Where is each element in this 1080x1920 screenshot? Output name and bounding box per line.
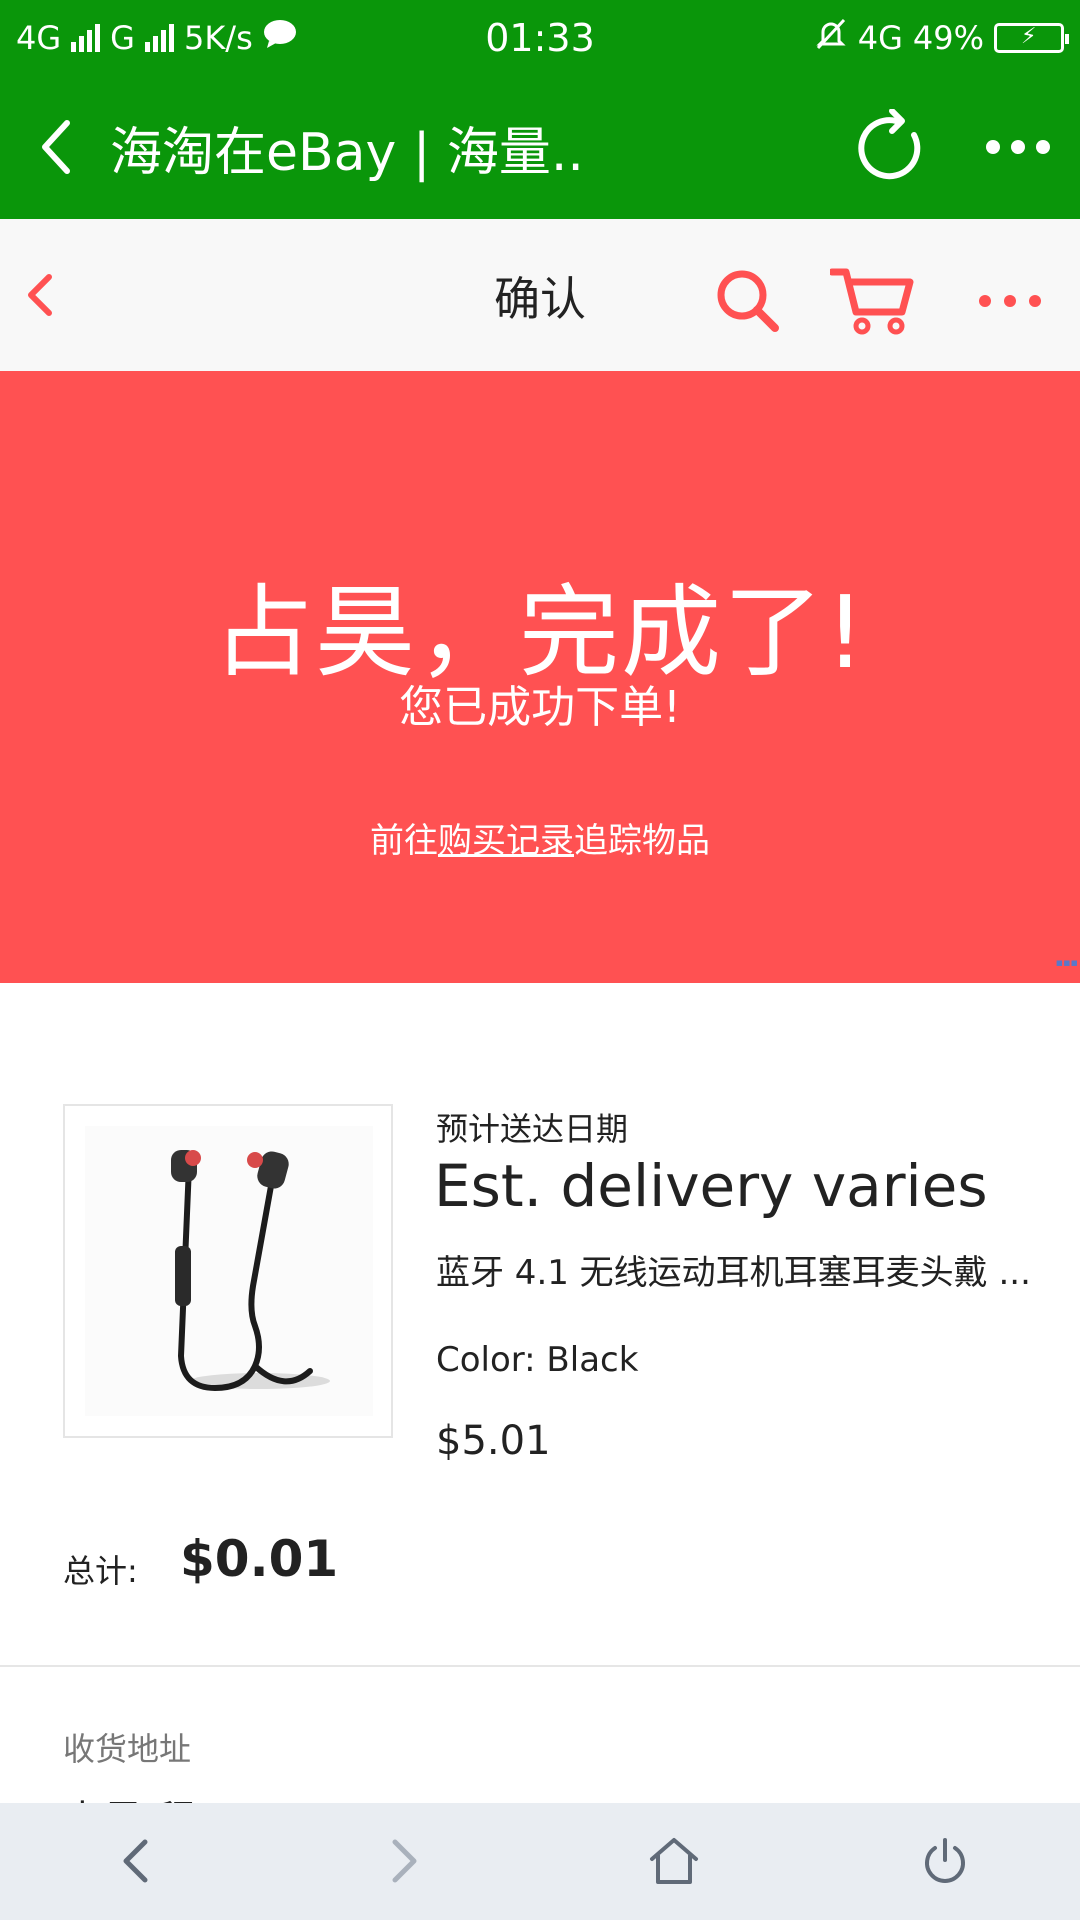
signal-icon [71,23,101,52]
confirmation-subtitle: 您已成功下单! [399,682,681,733]
app-bar: 海淘在eBay | 海量.. [0,75,1080,219]
delivery-value: Est. delivery varies [434,1152,988,1220]
nav-home-button[interactable] [629,1821,719,1901]
total-label: 总计: [63,1552,138,1590]
track-purchase-line: 前往购买记录追踪物品 [0,813,1080,862]
ebay-header: 确认 [0,219,1080,371]
corner-mark: ▪▪▪ [1055,956,1078,969]
divider [0,1665,1080,1667]
signal-icon [144,23,174,52]
track-prefix: 前往 [370,821,438,861]
refresh-button[interactable] [830,75,955,219]
mute-bell-icon [814,17,848,59]
address-name: 占昊 程 [63,1790,223,1804]
chevron-left-icon [42,120,70,174]
track-suffix: 追踪物品 [574,821,710,861]
chevron-left-icon [28,274,52,316]
network-label-2: G [110,18,135,57]
header-title: 确认 [494,272,586,326]
home-icon [650,1838,698,1884]
battery-icon: ⚡ [994,22,1069,53]
address-label: 收货地址 [63,1730,192,1768]
network-label-1: 4G [16,18,62,57]
item-thumbnail[interactable] [63,1104,393,1438]
status-bar: 4G G 5K/s 01:33 4G 49% ⚡ [0,0,1080,75]
chat-bubble-icon [263,19,297,57]
item-title[interactable]: 蓝牙 4.1 无线运动耳机耳塞耳麦头戴 ... [436,1250,1036,1296]
item-variant: Color: Black [436,1340,639,1380]
ebay-more-button[interactable] [970,259,1050,343]
address-name-peek: 占昊 程 [63,1790,223,1804]
power-icon [925,1838,965,1883]
network-label-3: 4G [857,18,903,57]
more-button[interactable] [955,75,1080,219]
chevron-left-icon [123,1839,148,1883]
nav-forward-button[interactable] [360,1821,450,1901]
purchase-history-link[interactable]: 购买记录 [438,821,574,861]
chevron-right-icon [392,1839,417,1883]
refresh-icon [857,109,920,180]
status-right: 4G 49% ⚡ [814,17,1069,59]
nav-exit-button[interactable] [900,1821,990,1901]
ebay-back-button[interactable] [10,259,70,331]
search-icon [717,270,779,332]
network-speed: 5K/s [183,18,253,57]
status-left: 4G G 5K/s [16,19,297,57]
browser-bottom-bar [0,1803,1080,1920]
battery-percent: 49% [912,18,984,57]
more-dots-icon [979,295,1041,307]
delivery-label: 预计送达日期 [436,1110,629,1148]
cart-icon [830,268,914,335]
item-price: $5.01 [436,1418,551,1464]
cart-button[interactable] [826,259,918,343]
back-button[interactable] [0,75,110,219]
nav-back-button[interactable] [90,1821,180,1901]
search-button[interactable] [706,259,790,343]
page-title: 海淘在eBay | 海量.. [110,122,584,183]
total-value: $0.01 [180,1530,339,1588]
confirmation-banner: 占昊，完成了! 您已成功下单! 前往购买记录追踪物品 ▪▪▪ [0,371,1080,983]
more-dots-icon [985,140,1050,154]
earphones-image [85,1126,373,1416]
